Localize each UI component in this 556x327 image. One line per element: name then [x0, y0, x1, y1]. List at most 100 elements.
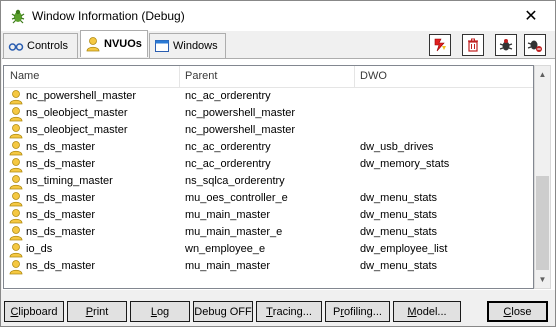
list-item[interactable]: ns_timing_master ns_sqlca_orderentry [4, 174, 533, 191]
column-divider[interactable] [179, 66, 180, 88]
user-icon [9, 141, 23, 156]
user-icon [9, 158, 23, 173]
item-name: ns_ds_master [26, 226, 96, 238]
item-parent: nc_powershell_master [185, 124, 296, 136]
user-icon [9, 243, 23, 258]
column-header-parent[interactable]: Parent [185, 70, 217, 82]
tracing-accel: T [266, 305, 273, 318]
close-accel: C [503, 305, 512, 318]
tab-nvuos[interactable]: NVUOs [80, 30, 148, 57]
debug-window: Window Information (Debug) ✕ Controls NV… [0, 0, 556, 327]
window-close-button[interactable]: ✕ [511, 1, 551, 31]
list-item[interactable]: io_ds wn_employee_e dw_employee_list [4, 242, 533, 259]
user-icon [9, 226, 23, 241]
close-label: lose [511, 305, 532, 318]
close-button[interactable]: Close [487, 301, 548, 322]
bug-stop-icon [527, 40, 542, 52]
clipboard-accel: C [10, 305, 19, 318]
scroll-down-arrow-icon[interactable]: ▼ [535, 271, 550, 288]
user-icon [86, 37, 100, 52]
bug-app-icon [11, 9, 25, 24]
item-dwo: dw_memory_stats [360, 158, 450, 170]
tab-controls[interactable]: Controls [3, 33, 78, 58]
tab-windows[interactable]: Windows [149, 33, 226, 58]
tab-nvuos-label: NVUOs [104, 38, 142, 50]
profiling-prefix: P [333, 305, 341, 318]
glasses-icon [8, 43, 24, 51]
user-icon [9, 175, 23, 190]
item-parent: nc_powershell_master [185, 107, 296, 119]
item-name: io_ds [26, 243, 53, 255]
item-name: ns_ds_master [26, 209, 96, 221]
user-icon [9, 192, 23, 207]
list-item[interactable]: ns_oleobject_master nc_powershell_master [4, 106, 533, 123]
user-icon [9, 107, 23, 122]
list-item[interactable]: ns_ds_master mu_main_master_e dw_menu_stat… [4, 225, 533, 242]
log-label: og [156, 305, 170, 318]
column-header-name[interactable]: Name [10, 70, 39, 82]
list-item[interactable]: ns_ds_master mu_main_master dw_menu_stats [4, 208, 533, 225]
nvuo-panel: Name Parent DWO nc_powershell_master nc_a… [2, 58, 555, 290]
item-name: ns_oleobject_master [26, 124, 128, 136]
debug-toggle-button[interactable]: Debug OFF [193, 301, 253, 322]
item-dwo: dw_menu_stats [360, 260, 438, 272]
list-item[interactable]: nc_powershell_master nc_ac_orderentry [4, 89, 533, 106]
item-name: ns_ds_master [26, 192, 96, 204]
item-parent: nc_ac_orderentry [185, 141, 271, 153]
list-header: Name Parent DWO [4, 66, 533, 88]
window-title: Window Information (Debug) [32, 9, 185, 23]
profiling-button[interactable]: Pr ofiling... [325, 301, 390, 322]
debug-flash-button[interactable] [429, 34, 451, 56]
bug-icon [499, 39, 513, 51]
vertical-scrollbar[interactable]: ▲ ▼ [534, 65, 551, 289]
trash-icon [468, 38, 478, 52]
item-parent: nc_ac_orderentry [185, 158, 271, 170]
bug-button[interactable] [495, 34, 517, 56]
user-icon [9, 90, 23, 105]
log-button[interactable]: Log [130, 301, 190, 322]
item-name: ns_ds_master [26, 158, 96, 170]
list-item[interactable]: ns_oleobject_master nc_powershell_master [4, 123, 533, 140]
model-accel: M [407, 305, 417, 318]
clipboard-button[interactable]: Clipboard [4, 301, 64, 322]
print-accel: P [85, 305, 94, 318]
flash-icon [434, 38, 446, 52]
item-parent: mu_main_master [185, 260, 270, 272]
item-parent: ns_sqlca_orderentry [185, 175, 285, 187]
delete-button[interactable] [462, 34, 484, 56]
list-item[interactable]: ns_ds_master nc_ac_orderentry dw_memory_st… [4, 157, 533, 174]
clipboard-label: lipboard [18, 305, 58, 318]
window-icon [155, 40, 169, 52]
item-name: ns_timing_master [26, 175, 113, 187]
item-parent: mu_main_master_e [185, 226, 283, 238]
tracing-button[interactable]: Tracing... [256, 301, 322, 322]
column-divider[interactable] [354, 66, 355, 88]
nvuo-list[interactable]: Name Parent DWO nc_powershell_master nc_a… [3, 65, 534, 289]
item-name: nc_powershell_master [26, 90, 137, 102]
bug-stop-button[interactable] [524, 34, 546, 56]
profiling-label: ofiling... [344, 305, 382, 318]
list-item[interactable]: ns_ds_master mu_oes_controller_e dw_menu_s… [4, 191, 533, 208]
print-button[interactable]: Print [67, 301, 127, 322]
title-bar: Window Information (Debug) ✕ [1, 1, 555, 31]
scroll-up-arrow-icon[interactable]: ▲ [535, 66, 550, 83]
list-item[interactable]: ns_ds_master mu_main_master dw_menu_stats [4, 259, 533, 276]
item-dwo: dw_menu_stats [360, 192, 438, 204]
item-parent: wn_employee_e [185, 243, 266, 255]
item-name: ns_ds_master [26, 141, 96, 153]
item-dwo: dw_employee_list [360, 243, 448, 255]
model-label: odel... [416, 305, 447, 318]
scrollbar-thumb[interactable] [536, 176, 549, 270]
item-dwo: dw_menu_stats [360, 209, 438, 221]
tab-controls-label: Controls [27, 40, 68, 52]
tab-windows-label: Windows [173, 40, 218, 52]
tracing-label: racing... [272, 305, 312, 318]
button-bar: Clipboard Print Log Debug OFF Tracing...… [1, 291, 555, 326]
list-item[interactable]: ns_ds_master nc_ac_orderentry dw_usb_drive… [4, 140, 533, 157]
item-name: ns_ds_master [26, 260, 96, 272]
item-dwo: dw_usb_drives [360, 141, 434, 153]
item-dwo: dw_menu_stats [360, 226, 438, 238]
model-button[interactable]: Model... [393, 301, 461, 322]
user-icon [9, 124, 23, 139]
column-header-dwo[interactable]: DWO [360, 70, 387, 82]
